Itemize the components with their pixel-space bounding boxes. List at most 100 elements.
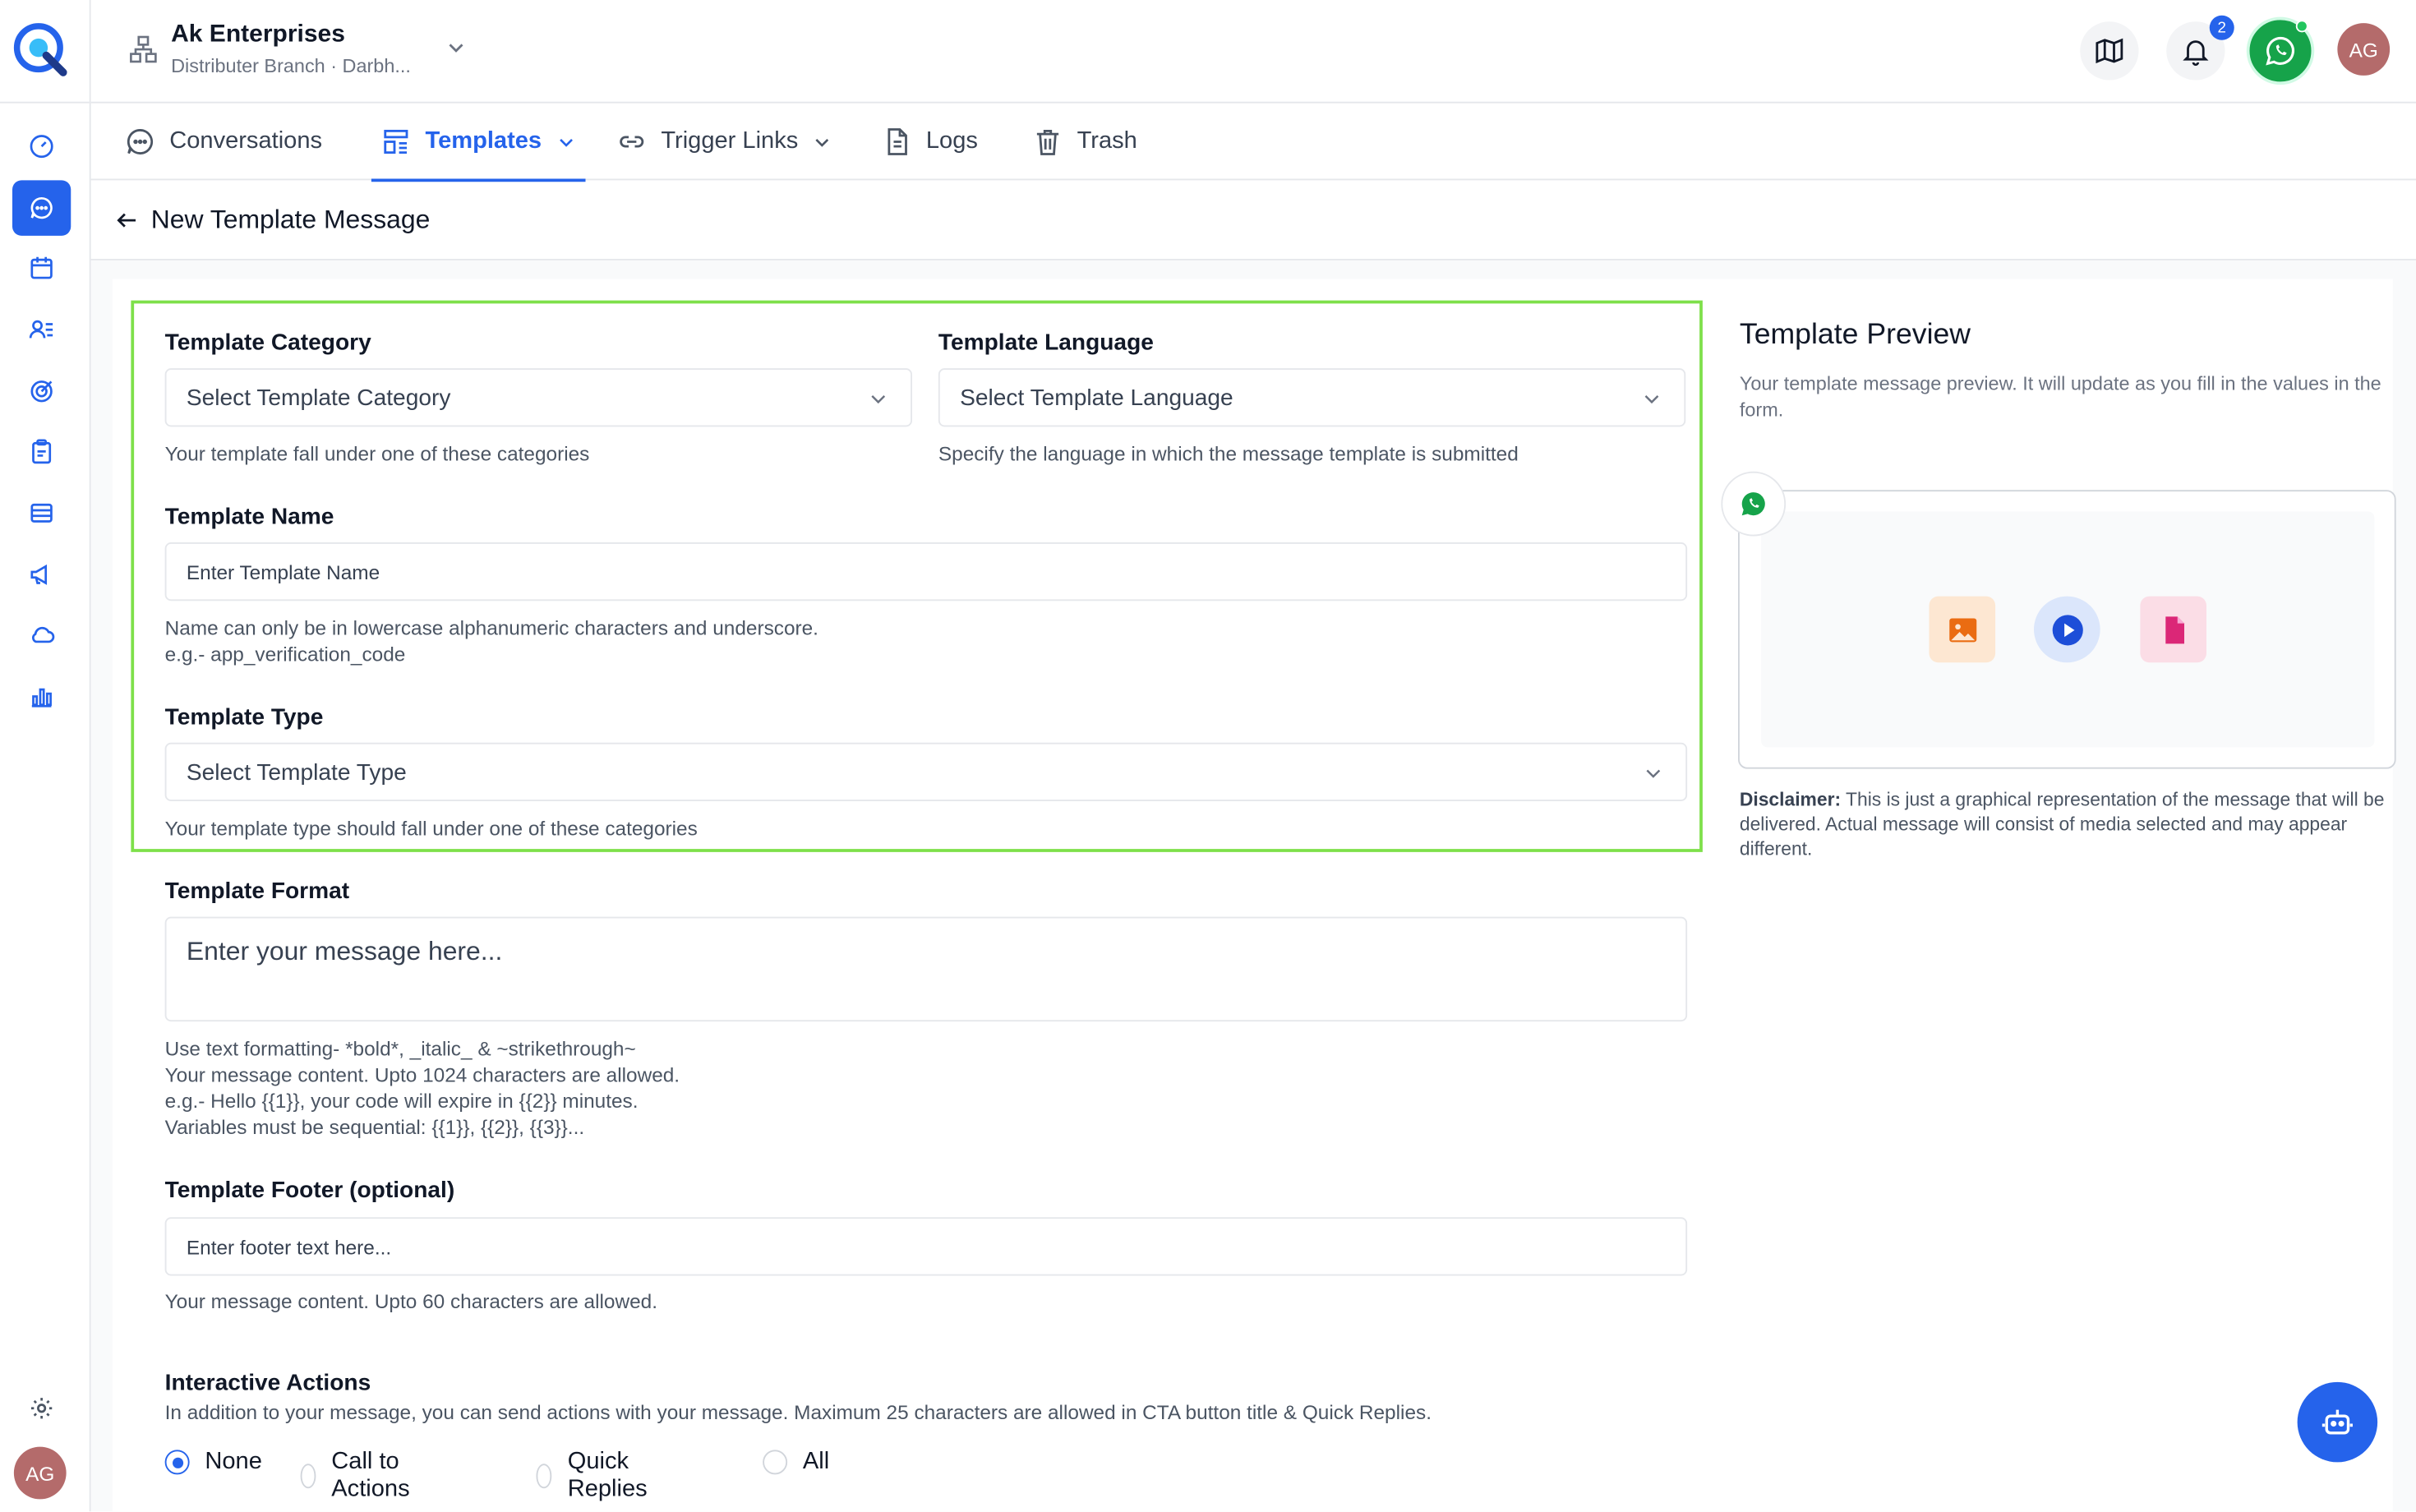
actions-help: In addition to your message, you can sen… (164, 1400, 1432, 1424)
link-icon (620, 136, 644, 148)
tab-conversations[interactable]: Conversations (125, 104, 322, 181)
module-tabs: Conversations Templates Trigger Links Lo… (90, 104, 2416, 182)
cloud-icon[interactable] (12, 607, 71, 663)
language-select[interactable]: Select Template Language (938, 368, 1686, 427)
type-select[interactable]: Select Template Type (164, 742, 1688, 801)
tab-trigger-links[interactable]: Trigger Links (616, 104, 832, 181)
chat-bubble-icon (127, 129, 154, 154)
tab-label: Trigger Links (661, 127, 799, 154)
app-logo-icon[interactable] (12, 19, 71, 77)
actions-label: Interactive Actions (164, 1369, 371, 1396)
template-icon (384, 129, 408, 154)
online-status-dot (2295, 20, 2308, 33)
org-branch[interactable]: Distributer Branch · Darbh... (171, 56, 411, 77)
back-arrow-icon[interactable] (114, 207, 139, 232)
notification-badge: 2 (2209, 15, 2234, 40)
chevron-right-icon (76, 1454, 86, 1468)
notifications-button[interactable]: 2 (2166, 15, 2234, 81)
category-help: Your template fall under one of these ca… (164, 442, 590, 466)
rail-avatar-initials: AG (25, 1461, 55, 1485)
bar-chart-icon[interactable] (12, 669, 71, 725)
format-help-1: Use text formatting- *bold*, _italic_ & … (164, 1036, 636, 1060)
preview-whatsapp-icon (1721, 471, 1787, 537)
footer-help: Your message content. Upto 60 characters… (164, 1289, 657, 1313)
target-icon[interactable] (12, 364, 71, 420)
contacts-icon[interactable] (12, 302, 71, 358)
radio-dot (763, 1450, 788, 1475)
robot-icon (2321, 1409, 2353, 1435)
format-help-2: Your message content. Upto 1024 characte… (164, 1063, 680, 1086)
preview-subtitle: Your template message preview. It will u… (1739, 372, 2381, 421)
tab-label: Conversations (169, 127, 323, 154)
tab-logs[interactable]: Logs (882, 104, 978, 181)
name-example: e.g.- app_verification_code (164, 642, 406, 666)
footer-placeholder: Enter footer text here... (186, 1234, 392, 1258)
radio-label: Quick Replies (567, 1448, 648, 1503)
preview-disclaimer: Disclaimer: This is just a graphical rep… (1740, 787, 2402, 862)
radio-call-to-actions[interactable]: Call to Actions (300, 1448, 419, 1505)
name-help: Name can only be in lowercase alphanumer… (164, 616, 818, 640)
language-placeholder: Select Template Language (960, 384, 1233, 411)
type-placeholder: Select Template Type (186, 758, 407, 786)
rail-avatar[interactable]: AG (13, 1446, 67, 1500)
expand-sidebar-button[interactable] (72, 1450, 90, 1477)
chevron-down-icon (1644, 395, 1659, 404)
top-header: Ak Enterprises Distributer Branch · Darb… (90, 0, 2416, 104)
footer-input[interactable]: Enter footer text here... (164, 1217, 1688, 1276)
name-placeholder: Enter Template Name (186, 560, 380, 583)
left-rail: AG (0, 0, 91, 1512)
org-name[interactable]: Ak Enterprises (171, 21, 345, 49)
image-media-icon (1929, 596, 1996, 663)
megaphone-icon[interactable] (12, 547, 71, 603)
radio-none[interactable]: None (164, 1448, 262, 1477)
user-avatar[interactable]: AG (2337, 23, 2391, 76)
format-help-4: Variables must be sequential: {{1}}, {{2… (164, 1115, 585, 1139)
layout-icon[interactable] (12, 486, 71, 542)
tab-label: Templates (425, 127, 542, 154)
format-help-3: e.g.- Hello {{1}}, your code will expire… (164, 1089, 639, 1113)
bot-assistant-button[interactable] (2297, 1381, 2378, 1463)
branch-icon (130, 35, 157, 63)
radio-label: All (802, 1448, 830, 1475)
radio-dot (300, 1464, 316, 1489)
category-placeholder: Select Template Category (186, 384, 451, 411)
tab-label: Logs (925, 127, 978, 154)
tab-templates[interactable]: Templates (371, 104, 584, 182)
bell-icon (2183, 40, 2209, 67)
chevron-down-icon (815, 138, 829, 146)
template-name-input[interactable]: Enter Template Name (164, 542, 1688, 602)
clipboard-icon[interactable] (12, 424, 71, 480)
radio-label: Call to Actions (331, 1448, 410, 1503)
disclaimer-label: Disclaimer: (1739, 789, 1842, 811)
chevron-down-icon (871, 395, 886, 404)
chat-icon[interactable] (12, 180, 71, 236)
format-label: Template Format (164, 878, 350, 905)
language-label: Template Language (938, 330, 1154, 357)
radio-label: None (205, 1448, 262, 1475)
name-label: Template Name (164, 504, 334, 530)
chevron-down-icon[interactable] (445, 37, 467, 58)
chevron-down-icon (1646, 769, 1661, 778)
tab-label: Trash (1077, 127, 1137, 154)
page-title: New Template Message (150, 204, 431, 234)
whatsapp-status-button[interactable] (2246, 16, 2315, 85)
radio-quick-replies[interactable]: Quick Replies (536, 1448, 657, 1505)
document-icon (888, 128, 907, 155)
map-button[interactable] (2080, 21, 2139, 81)
user-avatar-initials: AG (2349, 37, 2378, 62)
settings-gear-icon[interactable] (12, 1381, 71, 1436)
tab-trash[interactable]: Trash (1032, 104, 1137, 181)
chevron-down-icon (559, 138, 573, 146)
category-select[interactable]: Select Template Category (164, 368, 912, 427)
page-title-bar: New Template Message (90, 180, 2416, 260)
type-label: Template Type (164, 703, 324, 731)
message-textarea[interactable]: Enter your message here... (164, 916, 1688, 1022)
calendar-icon[interactable] (12, 241, 71, 297)
radio-all[interactable]: All (763, 1449, 829, 1477)
whatsapp-icon (2266, 36, 2294, 66)
document-media-icon (2140, 596, 2206, 663)
map-icon (2096, 38, 2123, 64)
radio-dot (536, 1464, 552, 1489)
category-label: Template Category (164, 330, 371, 357)
gauge-icon[interactable] (12, 118, 71, 174)
